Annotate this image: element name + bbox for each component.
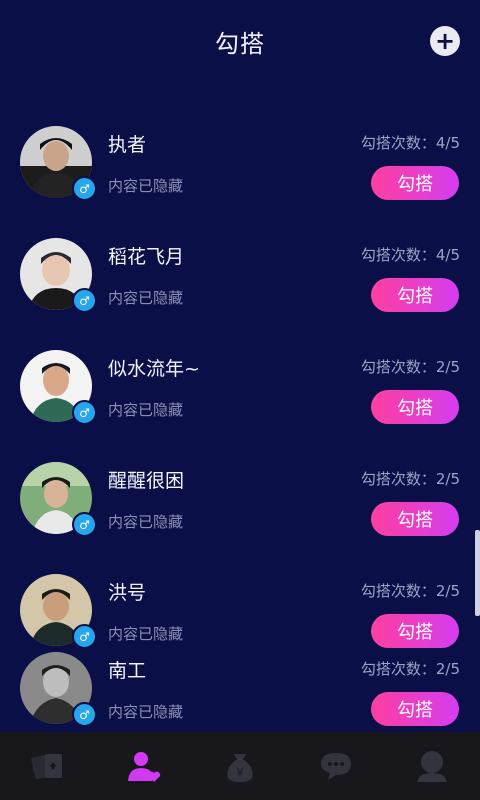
scrollbar[interactable] [475, 530, 480, 616]
user-heart-icon [128, 752, 161, 782]
hidden-content-text: 内容已隐藏 [108, 177, 184, 195]
user-name: 洪号 [108, 582, 147, 604]
tab-cards[interactable] [0, 732, 96, 800]
user-name: 南工 [108, 660, 147, 682]
hidden-content-text: 内容已隐藏 [108, 625, 184, 643]
tab-money[interactable]: ¥ [192, 732, 288, 800]
hook-count: 勾搭次数：4/5 [360, 246, 460, 264]
user-name: 执者 [108, 134, 147, 156]
hook-count: 勾搭次数：2/5 [360, 582, 460, 600]
chat-bubble-icon [321, 753, 351, 780]
hook-count: 勾搭次数：4/5 [360, 134, 460, 152]
hook-button[interactable]: 勾搭 [371, 614, 459, 648]
male-icon: ♂ [72, 400, 97, 425]
bottom-tab-bar: ¥ [0, 732, 480, 800]
hook-count: 勾搭次数：2/5 [360, 660, 460, 678]
user-name: 醒醒很困 [108, 470, 185, 492]
list-item: ♂ 南工 勾搭次数：2/5 内容已隐藏 勾搭 [0, 652, 480, 742]
list-item: ♂ 稻花飞月 勾搭次数：4/5 内容已隐藏 勾搭 [0, 238, 480, 328]
hook-count: 勾搭次数：2/5 [360, 358, 460, 376]
male-icon: ♂ [72, 512, 97, 537]
list-item: ♂ 洪号 勾搭次数：2/5 内容已隐藏 勾搭 [0, 574, 480, 664]
hidden-content-text: 内容已隐藏 [108, 289, 184, 307]
list-item: ♂ 醒醒很困 勾搭次数：2/5 内容已隐藏 勾搭 [0, 462, 480, 552]
hidden-content-text: 内容已隐藏 [108, 703, 184, 721]
tab-profile[interactable] [384, 732, 480, 800]
user-list: ♂ 执者 勾搭次数：4/5 内容已隐藏 勾搭 ♂ 稻花飞月 勾搭次数：4/5 内… [0, 0, 480, 730]
hook-button[interactable]: 勾搭 [371, 390, 459, 424]
male-icon: ♂ [72, 288, 97, 313]
svg-text:¥: ¥ [237, 766, 244, 779]
male-icon: ♂ [72, 624, 97, 649]
hidden-content-text: 内容已隐藏 [108, 401, 184, 419]
money-bag-icon: ¥ [227, 754, 253, 782]
user-name: 似水流年~ [108, 358, 200, 380]
tab-messages[interactable] [288, 732, 384, 800]
male-icon: ♂ [72, 176, 97, 201]
user-name: 稻花飞月 [108, 246, 185, 268]
hidden-content-text: 内容已隐藏 [108, 513, 184, 531]
list-item: ♂ 似水流年~ 勾搭次数：2/5 内容已隐藏 勾搭 [0, 350, 480, 440]
profile-icon [417, 751, 447, 782]
hook-button[interactable]: 勾搭 [371, 278, 459, 312]
male-icon: ♂ [72, 702, 97, 727]
hook-button[interactable]: 勾搭 [371, 692, 459, 726]
hook-count: 勾搭次数：2/5 [360, 470, 460, 488]
list-item: ♂ 执者 勾搭次数：4/5 内容已隐藏 勾搭 [0, 126, 480, 216]
hook-button[interactable]: 勾搭 [371, 502, 459, 536]
hook-button[interactable]: 勾搭 [371, 166, 459, 200]
tab-hook[interactable] [96, 732, 192, 800]
cards-icon [31, 754, 62, 780]
